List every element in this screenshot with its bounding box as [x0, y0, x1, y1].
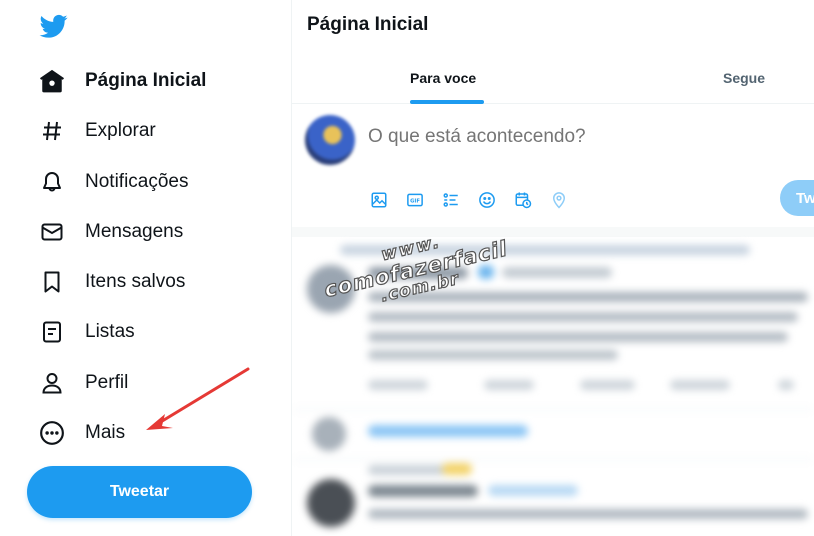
sidebar-item-label: Mensagens	[85, 221, 184, 242]
composer-toolbar: GIF	[368, 186, 584, 214]
feed-blur-line	[368, 465, 448, 475]
feed-blur-line	[368, 425, 528, 437]
sidebar-item-label: Listas	[85, 321, 135, 342]
feed-blur-line	[368, 380, 428, 390]
feed-blur-line	[580, 380, 635, 390]
tab-for-you[interactable]: Para voce	[410, 52, 476, 104]
sidebar-item-label: Perfil	[85, 372, 129, 393]
avatar[interactable]	[305, 115, 355, 165]
tweet-button[interactable]: Tweetar	[27, 466, 252, 518]
hashtag-icon	[38, 117, 66, 145]
tab-following[interactable]: Segue	[723, 52, 765, 104]
twitter-bird-icon[interactable]	[38, 12, 70, 40]
feed-avatar	[307, 479, 355, 527]
sidebar-item-label: Notificações	[85, 171, 189, 192]
feed-blur-line	[368, 485, 478, 497]
mail-icon	[38, 218, 66, 246]
person-icon	[38, 369, 66, 397]
sidebar-nav: Página Inicial Explorar Notificações Men…	[0, 0, 292, 536]
feed-blur-badge	[442, 463, 472, 475]
location-icon[interactable]	[548, 186, 584, 214]
feed-blur-line	[488, 485, 578, 496]
sidebar-item-profile[interactable]: Perfil	[38, 363, 128, 403]
feed-blur-line	[484, 380, 534, 390]
feed-divider	[292, 459, 814, 460]
section-divider	[292, 227, 814, 237]
sidebar-item-label: Itens salvos	[85, 271, 186, 292]
home-icon	[38, 67, 66, 95]
feed-blur-line	[368, 350, 618, 360]
active-tab-indicator	[410, 100, 484, 104]
timeline-tabs: Para voce Segue	[292, 52, 814, 104]
sidebar-item-explore[interactable]: Explorar	[38, 111, 156, 151]
sidebar-item-home[interactable]: Página Inicial	[38, 61, 206, 101]
feed-blur-line	[778, 380, 794, 390]
sidebar-item-notifications[interactable]: Notificações	[38, 162, 189, 202]
gif-icon[interactable]: GIF	[404, 186, 440, 214]
feed-blur-line	[368, 509, 808, 519]
list-icon	[38, 318, 66, 346]
poll-icon[interactable]	[440, 186, 476, 214]
schedule-icon[interactable]	[512, 186, 548, 214]
sidebar-item-lists[interactable]: Listas	[38, 312, 135, 352]
feed-blur-line	[368, 312, 798, 322]
bookmark-icon	[38, 268, 66, 296]
sidebar-item-bookmarks[interactable]: Itens salvos	[38, 262, 185, 302]
feed-blur-line	[670, 380, 730, 390]
emoji-icon[interactable]	[476, 186, 512, 214]
feed-avatar	[312, 417, 346, 451]
sidebar-item-label: Página Inicial	[85, 70, 207, 91]
image-icon[interactable]	[368, 186, 404, 214]
annotation-arrow	[146, 367, 250, 430]
feed-divider	[292, 409, 814, 410]
sidebar-item-messages[interactable]: Mensagens	[38, 212, 183, 252]
sidebar-item-more[interactable]: Mais	[38, 413, 125, 453]
tweet-compose-input[interactable]	[368, 126, 788, 148]
page-title: Página Inicial	[307, 14, 429, 35]
feed-blur-line	[502, 267, 612, 278]
svg-text:GIF: GIF	[410, 198, 420, 204]
tweet-submit-button[interactable]: Tw	[780, 180, 814, 216]
more-circle-icon	[38, 419, 66, 447]
feed-blur-line	[368, 332, 788, 342]
sidebar-item-label: Explorar	[85, 120, 156, 141]
bell-icon	[38, 168, 66, 196]
sidebar-item-label: Mais	[85, 422, 126, 443]
